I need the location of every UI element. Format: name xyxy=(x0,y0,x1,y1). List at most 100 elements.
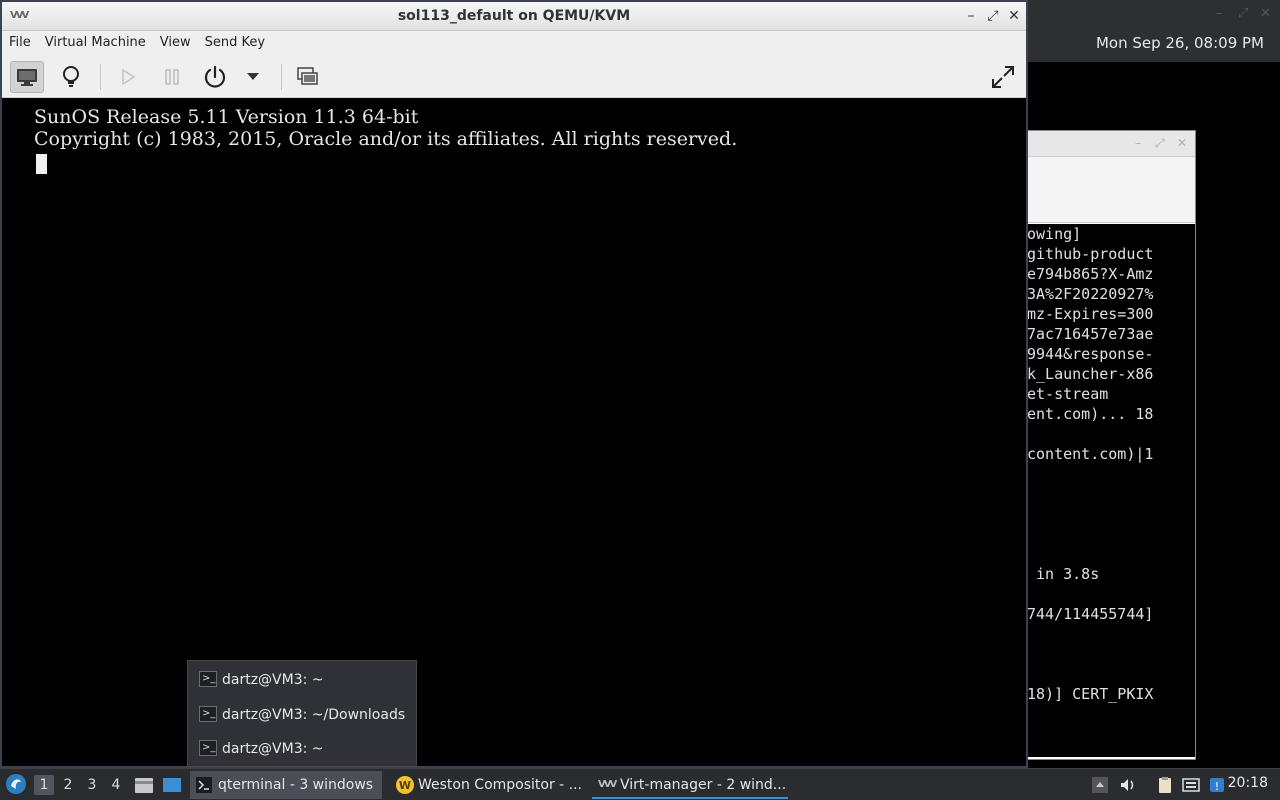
terminal-icon: >_ xyxy=(199,671,217,687)
pause-button[interactable] xyxy=(155,61,189,93)
window-list-item-label: dartz@VM3: ~ xyxy=(222,741,324,757)
task-label: qterminal - 3 windows xyxy=(218,777,374,793)
taskbar-task-weston[interactable]: W Weston Compositor - ... xyxy=(392,771,588,799)
file-manager-launcher[interactable] xyxy=(134,775,154,795)
terminal-line: et-stream xyxy=(1027,385,1109,403)
terminal-line: content.com)|1 xyxy=(1027,445,1154,463)
snapshots-button[interactable] xyxy=(291,61,325,93)
toolbar-separator xyxy=(100,64,101,90)
background-terminal-window[interactable]: – ⤢ ✕ owing] github-product e794b865?X-Amz… xyxy=(1026,130,1196,760)
window-list-item[interactable]: >_ dartz@VM3: ~ xyxy=(196,667,324,693)
svg-text:W: W xyxy=(399,779,411,792)
toolbar-separator xyxy=(281,64,282,90)
background-terminal-toolbar xyxy=(1027,157,1195,223)
terminal-line: 744/114455744] xyxy=(1027,605,1154,623)
keyboard-icon[interactable] xyxy=(1182,776,1200,794)
menu-view[interactable]: View xyxy=(153,31,198,56)
top-clock: Mon Sep 26, 08:09 PM xyxy=(1095,34,1264,52)
console-button[interactable] xyxy=(10,61,44,93)
tray-up-icon[interactable] xyxy=(1091,776,1109,794)
maximize-icon: ⤢ xyxy=(1238,6,1249,21)
taskbar-task-qterminal[interactable]: qterminal - 3 windows xyxy=(190,771,382,799)
vm-console[interactable]: SunOS Release 5.11 Version 11.3 64-bit Co… xyxy=(2,98,1026,766)
fullscreen-button[interactable] xyxy=(986,61,1020,93)
terminal-line: 3A%2F20220927% xyxy=(1027,285,1154,303)
update-notifier-icon[interactable]: ! xyxy=(1208,776,1226,794)
maximize-button[interactable]: ⤢ xyxy=(984,6,1002,26)
menu-virtual-machine[interactable]: Virtual Machine xyxy=(38,31,153,56)
minimize-button[interactable]: – xyxy=(962,6,980,26)
taskbar-task-virt-manager[interactable]: VVV Virt-manager - 2 wind... xyxy=(592,771,788,799)
maximize-icon[interactable]: ⤢ xyxy=(1155,136,1165,151)
workspace-1[interactable]: 1 xyxy=(34,775,54,795)
power-button[interactable] xyxy=(198,61,232,93)
run-button[interactable] xyxy=(111,61,145,93)
window-list-item[interactable]: >_ dartz@VM3: ~/Downloads xyxy=(196,702,405,728)
window-list-item[interactable]: >_ dartz@VM3: ~ xyxy=(196,736,324,762)
terminal-line: e794b865?X-Amz xyxy=(1027,265,1154,283)
window-list-item-label: dartz@VM3: ~ xyxy=(222,672,324,688)
monitor-icon xyxy=(17,69,37,86)
toolbar xyxy=(2,56,1026,98)
desktop: – ⤢ ✕ Mon Sep 26, 08:09 PM – ⤢ ✕ owing] g… xyxy=(0,0,1280,800)
terminal-icon: >_ xyxy=(199,740,217,756)
svg-text:!: ! xyxy=(1215,780,1219,793)
terminal-line: mz-Expires=300 xyxy=(1027,305,1154,323)
menubar: File Virtual Machine View Send Key xyxy=(2,31,1026,56)
menu-send-key[interactable]: Send Key xyxy=(198,31,272,56)
background-window-titlebar: – ⤢ ✕ Mon Sep 26, 08:09 PM xyxy=(1026,0,1280,62)
window-title: sol113_default on QEMU/KVM xyxy=(397,8,631,24)
power-icon xyxy=(204,65,226,88)
close-icon: ✕ xyxy=(1260,6,1271,21)
clipboard-icon[interactable] xyxy=(1156,776,1174,794)
terminal-line: 7ac716457e73ae xyxy=(1027,325,1154,343)
terminal-line: 9944&response- xyxy=(1027,345,1154,363)
minimize-icon: – xyxy=(1216,6,1223,21)
workspace-3[interactable]: 3 xyxy=(82,775,102,795)
task-label: Virt-manager - 2 wind... xyxy=(620,777,787,793)
console-cursor xyxy=(36,154,47,174)
close-button[interactable]: ✕ xyxy=(1005,6,1023,26)
terminal-line: owing] xyxy=(1027,225,1082,243)
start-menu-button[interactable] xyxy=(5,773,27,795)
terminal-line: 18)] CERT_PKIX xyxy=(1027,685,1154,703)
power-menu-button[interactable] xyxy=(238,61,268,93)
task-label: Weston Compositor - ... xyxy=(418,777,583,793)
menu-file[interactable]: File xyxy=(2,31,38,56)
vm-window[interactable]: VVV sol113_default on QEMU/KVM – ⤢ ✕ Fil… xyxy=(0,0,1028,768)
terminal-icon: >_ xyxy=(199,706,217,722)
close-icon[interactable]: ✕ xyxy=(1177,136,1187,150)
desktop-icon xyxy=(163,778,181,792)
taskbar-clock[interactable]: 20:18 xyxy=(1228,775,1268,791)
folder-icon xyxy=(135,778,153,793)
taskbar: 1 2 3 4 qterminal - 3 windows W Weston C… xyxy=(0,768,1280,800)
terminal-line: in 3.8s xyxy=(1027,565,1100,583)
vm-window-titlebar[interactable]: VVV sol113_default on QEMU/KVM – ⤢ ✕ xyxy=(2,2,1026,31)
terminal-line: k_Launcher-x86 xyxy=(1027,365,1154,383)
weston-icon: W xyxy=(396,776,414,794)
virt-manager-icon: VVV xyxy=(598,779,617,790)
taskbar-window-list-popup: >_ dartz@VM3: ~ >_ dartz@VM3: ~/Download… xyxy=(187,660,417,767)
details-button[interactable] xyxy=(54,61,88,93)
background-terminal-titlebar[interactable]: – ⤢ ✕ xyxy=(1027,131,1195,157)
workspace-2[interactable]: 2 xyxy=(58,775,78,795)
snapshot-icon xyxy=(297,67,318,85)
minimize-icon[interactable]: – xyxy=(1135,136,1141,150)
console-line: SunOS Release 5.11 Version 11.3 64-bit xyxy=(34,106,419,128)
volume-icon[interactable] xyxy=(1119,776,1137,794)
workspace-4[interactable]: 4 xyxy=(106,775,126,795)
show-desktop-button[interactable] xyxy=(162,775,182,795)
lightbulb-icon xyxy=(63,66,79,87)
chevron-down-icon xyxy=(247,73,259,80)
play-icon xyxy=(122,68,136,86)
background-terminal-output: owing] github-product e794b865?X-Amz 3A%2F2… xyxy=(1027,224,1195,757)
